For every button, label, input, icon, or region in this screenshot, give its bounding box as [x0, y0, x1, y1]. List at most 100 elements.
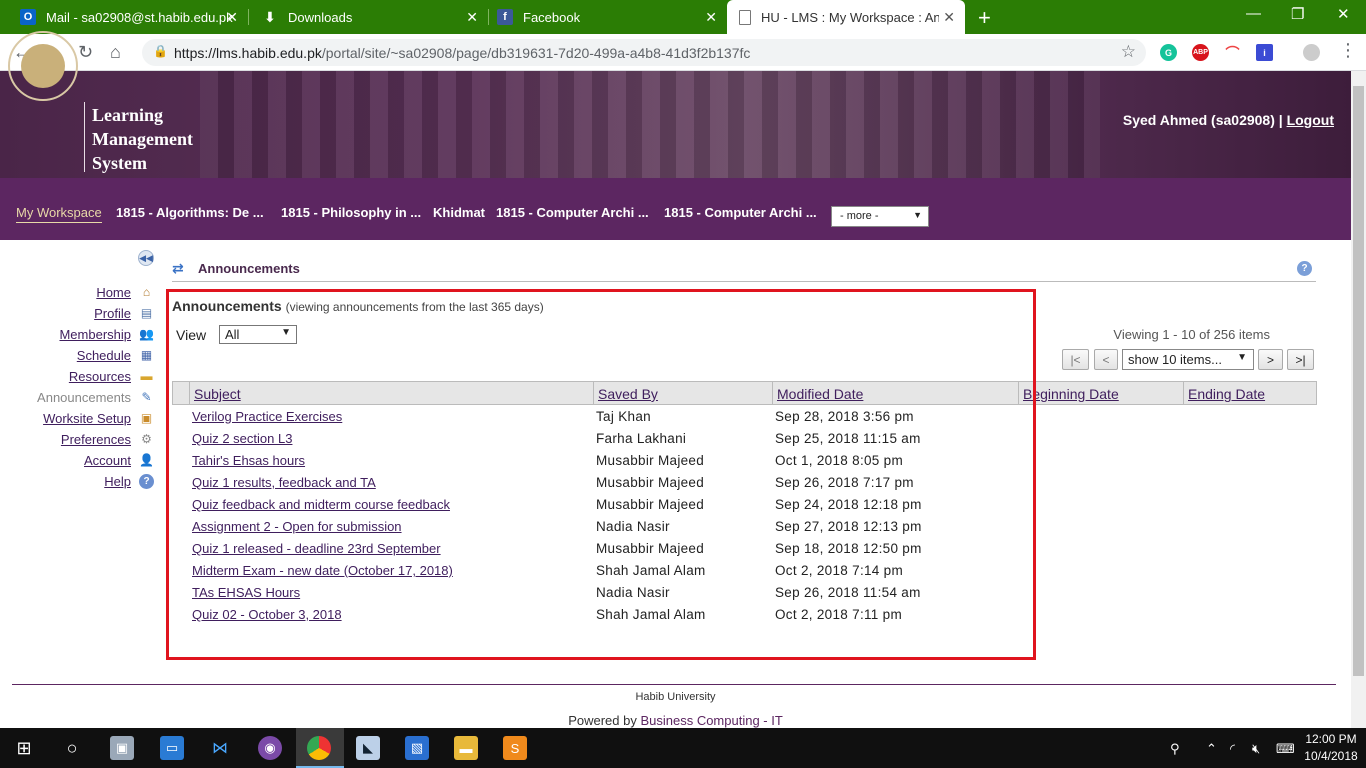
- chevron-up-icon[interactable]: ⌃: [1206, 741, 1217, 757]
- habib-university-logo: [8, 31, 78, 101]
- task-view-icon[interactable]: ▣: [110, 736, 134, 760]
- tool-label: Membership: [59, 326, 131, 342]
- site-tab-algorithms[interactable]: 1815 - Algorithms: De ...: [116, 205, 264, 220]
- lms-title: Learning Management System: [92, 103, 193, 175]
- first-page-button[interactable]: |<: [1062, 349, 1089, 370]
- site-tab-my-workspace[interactable]: My Workspace: [16, 205, 102, 223]
- footer-org: Habib University: [635, 691, 716, 703]
- home-icon[interactable]: ⌂: [110, 42, 121, 63]
- tool-schedule[interactable]: Schedule ▦: [77, 345, 160, 365]
- address-bar[interactable]: 🔒 https://lms.habib.edu.pk/portal/site/~…: [142, 39, 1146, 66]
- profile-icon[interactable]: [1303, 44, 1320, 61]
- site-tab-computer-archi-2[interactable]: 1815 - Computer Archi ...: [664, 205, 817, 220]
- scrollbar-thumb[interactable]: [1353, 86, 1364, 676]
- bookmark-star-icon[interactable]: ☆: [1121, 42, 1136, 62]
- help-icon[interactable]: ?: [1297, 261, 1312, 276]
- site-tab-khidmat[interactable]: Khidmat: [433, 205, 485, 220]
- announcements-icon: ✎: [141, 390, 152, 404]
- tab-lms[interactable]: HU - LMS : My Workspace : Anno ✕: [727, 0, 965, 34]
- tool-help[interactable]: Help?: [104, 471, 160, 491]
- site-tab-computer-archi-1[interactable]: 1815 - Computer Archi ...: [496, 205, 649, 220]
- sublime-text-icon[interactable]: S: [503, 736, 527, 760]
- volume-muted-icon[interactable]: 🔇︎: [1252, 741, 1260, 757]
- chrome-icon[interactable]: [307, 736, 331, 760]
- tab-title: HU - LMS : My Workspace : Anno: [761, 9, 939, 25]
- wifi-icon[interactable]: ◜: [1230, 741, 1235, 757]
- reset-icon[interactable]: ⇄: [172, 260, 188, 276]
- menu-icon[interactable]: ⋮: [1339, 40, 1357, 61]
- highlight-annotation-box: [166, 289, 1036, 660]
- more-sites-select[interactable]: - more - ▼: [831, 206, 929, 227]
- clock-date: 10/4/2018: [1304, 749, 1358, 763]
- adblock-icon[interactable]: ABP: [1192, 44, 1209, 61]
- tool-resources[interactable]: Resources ▬: [69, 366, 160, 386]
- tool-preferences[interactable]: Preferences ⚙: [61, 429, 160, 449]
- people-icon[interactable]: ⚲: [1170, 741, 1180, 757]
- url-host: https://lms.habib.edu.pk: [174, 45, 322, 61]
- membership-icon: 👥: [139, 327, 154, 341]
- tool-home[interactable]: Home ⌂: [96, 282, 160, 302]
- page-size-select[interactable]: show 10 items... ▼: [1122, 349, 1254, 370]
- logout-link[interactable]: Logout: [1287, 112, 1334, 128]
- windows-start-icon[interactable]: ⊞: [12, 736, 36, 760]
- page-size-value: show 10 items...: [1128, 352, 1222, 367]
- close-icon[interactable]: ✕: [226, 9, 238, 26]
- tool-label: Account: [84, 452, 131, 468]
- close-icon[interactable]: ✕: [943, 9, 955, 26]
- browser-tab-strip: O Mail - sa02908@st.habib.edu.pk ✕ ⬇ Dow…: [0, 0, 1366, 34]
- outlook-icon: O: [20, 9, 36, 25]
- close-icon[interactable]: ✕: [705, 9, 717, 26]
- tool-account[interactable]: Account 👤: [84, 450, 160, 470]
- photos-icon[interactable]: ▧: [405, 736, 429, 760]
- taskbar-clock[interactable]: 12:00 PM 10/4/2018: [1296, 731, 1366, 765]
- tab-mail[interactable]: O Mail - sa02908@st.habib.edu.pk ✕: [8, 0, 248, 34]
- user-name: Syed Ahmed (sa02908): [1122, 112, 1275, 128]
- help-icon: ?: [139, 473, 154, 489]
- tool-announcements[interactable]: Announcements ✎: [37, 387, 160, 407]
- profile-card-icon: ▤: [140, 306, 153, 320]
- tab-downloads[interactable]: ⬇ Downloads ✕: [250, 0, 488, 34]
- cortana-search-icon[interactable]: ○: [60, 736, 84, 760]
- powered-link[interactable]: Business Computing - IT: [640, 713, 782, 728]
- close-window-icon[interactable]: ✕: [1337, 5, 1350, 23]
- tool-profile[interactable]: Profile ▤: [94, 303, 160, 323]
- tool-membership[interactable]: Membership 👥: [59, 324, 160, 344]
- tab-facebook[interactable]: f Facebook ✕: [485, 0, 727, 34]
- collapse-tool-menu-icon[interactable]: ◀◀: [138, 250, 154, 266]
- tool-label: Schedule: [76, 347, 131, 363]
- site-tab-philosophy[interactable]: 1815 - Philosophy in ...: [281, 205, 421, 220]
- tool-label: Profile: [94, 305, 131, 321]
- modelsim-icon[interactable]: ◣: [356, 736, 380, 760]
- extension-icon[interactable]: i: [1256, 44, 1273, 61]
- powered-prefix: Powered by: [568, 713, 641, 728]
- computer-icon[interactable]: ▭: [160, 736, 184, 760]
- tool-worksite-setup[interactable]: Worksite Setup ▣: [43, 408, 160, 428]
- next-page-button[interactable]: >: [1258, 349, 1283, 370]
- previous-page-button[interactable]: <: [1094, 349, 1118, 370]
- last-page-button[interactable]: >|: [1287, 349, 1314, 370]
- lms-title-line: System: [92, 153, 147, 173]
- tool-label: Help: [104, 473, 131, 489]
- page-icon: [739, 9, 751, 25]
- column-beginning-date[interactable]: Beginning Date: [1018, 382, 1183, 404]
- minimize-icon[interactable]: —: [1246, 5, 1261, 22]
- more-sites-value: - more -: [840, 210, 879, 222]
- new-tab-button[interactable]: +: [978, 5, 991, 31]
- vscode-icon[interactable]: ⋈: [208, 736, 232, 760]
- tab-title: Mail - sa02908@st.habib.edu.pk: [46, 9, 233, 25]
- column-ending-date[interactable]: Ending Date: [1183, 382, 1316, 404]
- lms-title-line: Management: [92, 129, 193, 149]
- separator: |: [1278, 112, 1283, 128]
- file-explorer-icon[interactable]: ▬: [454, 736, 478, 760]
- facebook-icon: f: [497, 9, 513, 25]
- language-icon[interactable]: ⌨: [1276, 741, 1295, 757]
- tool-label: Home: [96, 284, 131, 300]
- grammarly-icon[interactable]: G: [1160, 44, 1177, 61]
- close-icon[interactable]: ✕: [466, 9, 478, 26]
- rainbow-extension-icon[interactable]: ⌒: [1224, 44, 1241, 61]
- maximize-icon[interactable]: ❐: [1291, 5, 1304, 23]
- tool-label: Resources: [68, 368, 131, 384]
- app-icon[interactable]: ◉: [258, 736, 282, 760]
- reload-icon[interactable]: ↻: [78, 42, 93, 63]
- lock-icon: 🔒: [153, 44, 168, 58]
